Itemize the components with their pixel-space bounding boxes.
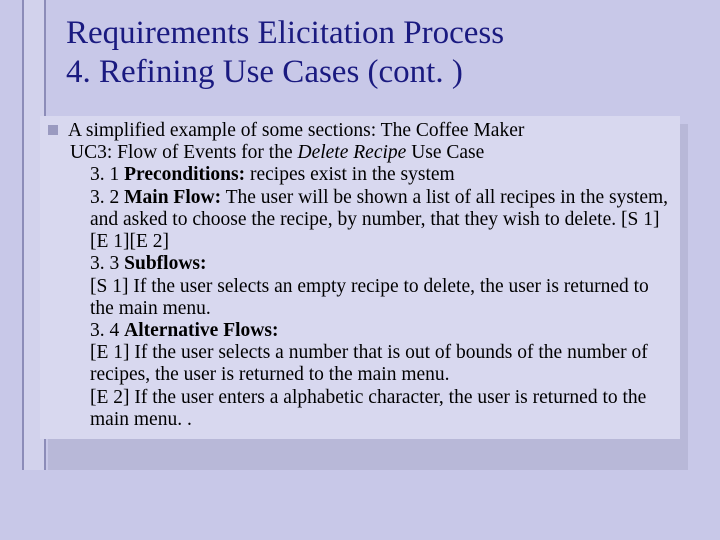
bullet-icon [48, 125, 58, 135]
intro-text: A simplified example of some sections: T… [68, 120, 524, 141]
alt-label: Alternative Flows: [124, 320, 278, 341]
altflow-e2: [E 2] If the user enters a alphabetic ch… [90, 387, 674, 431]
pre-num: 3. 1 [90, 164, 124, 185]
slide-title: Requirements Elicitation Process 4. Refi… [66, 14, 504, 92]
sub-num: 3. 3 [90, 253, 124, 274]
altflow-e1: [E 1] If the user selects a number that … [90, 342, 674, 386]
sub-label: Subflows: [124, 253, 206, 274]
uc-italic: Delete Recipe [298, 142, 407, 163]
title-line-2: 4. Refining Use Cases (cont. ) [66, 54, 463, 90]
altflows-heading: 3. 4 Alternative Flows: [90, 320, 674, 342]
subflow-s1: [S 1] If the user selects an empty recip… [90, 276, 674, 320]
intro-line: A simplified example of some sections: T… [46, 120, 674, 142]
title-line-1: Requirements Elicitation Process [66, 15, 504, 51]
slide: Requirements Elicitation Process 4. Refi… [0, 0, 720, 540]
main-num: 3. 2 [90, 187, 124, 208]
subflows-heading: 3. 3 Subflows: [90, 253, 674, 275]
content-box: A simplified example of some sections: T… [40, 116, 680, 439]
uc-prefix: UC3: [70, 142, 112, 163]
alt-num: 3. 4 [90, 320, 124, 341]
main-label: Main Flow: [124, 187, 221, 208]
uc-after: Use Case [406, 142, 484, 163]
preconditions-line: 3. 1 Preconditions: recipes exist in the… [90, 164, 674, 186]
usecase-heading: UC3: Flow of Events for the Delete Recip… [70, 142, 674, 164]
body-area: A simplified example of some sections: T… [40, 116, 702, 439]
mainflow-block: 3. 2 Main Flow: The user will be shown a… [90, 187, 674, 254]
uc-rest: Flow of Events for the [112, 142, 297, 163]
pre-text: recipes exist in the system [245, 164, 455, 185]
pre-label: Preconditions: [124, 164, 245, 185]
